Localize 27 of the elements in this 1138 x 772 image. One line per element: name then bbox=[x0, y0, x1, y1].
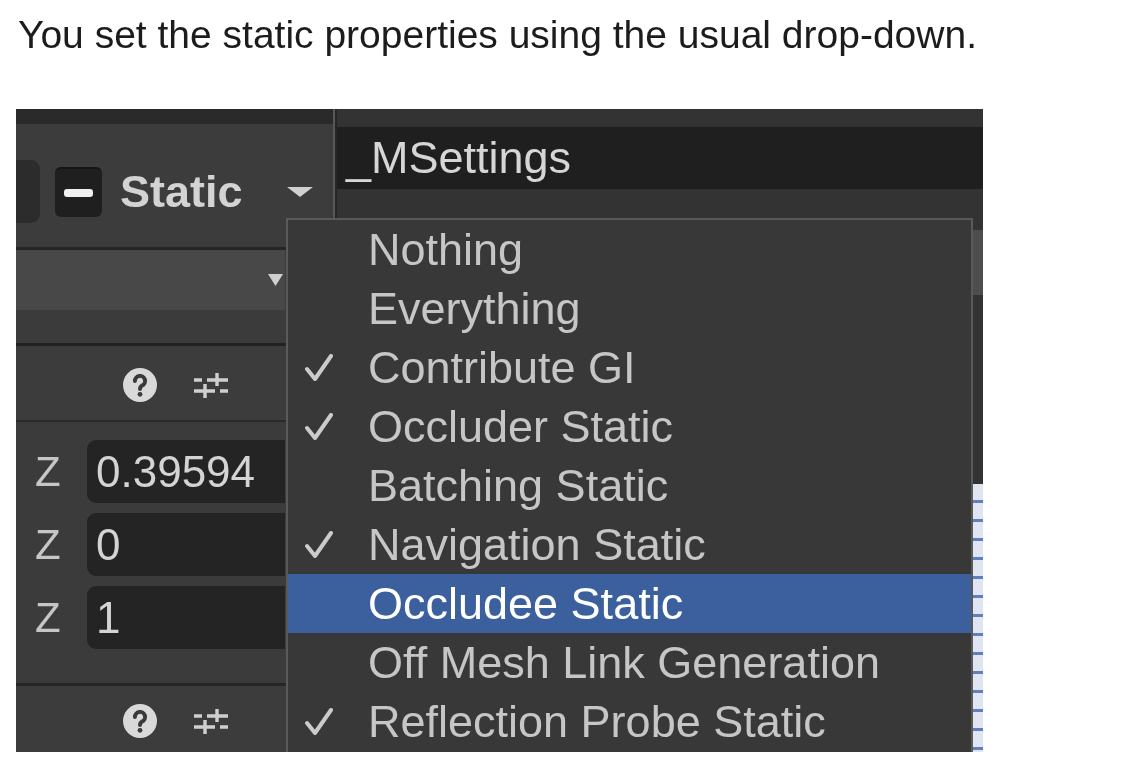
menu-item[interactable]: Occluder Static bbox=[288, 397, 971, 456]
number-field[interactable]: 1 bbox=[87, 586, 285, 649]
caret-icon bbox=[287, 186, 313, 197]
input-field[interactable] bbox=[16, 160, 40, 223]
menu-item[interactable]: Everything bbox=[288, 279, 971, 338]
menu-item[interactable]: Occludee Static bbox=[288, 574, 971, 633]
sliders-icon[interactable] bbox=[192, 370, 230, 400]
axis-label: Z bbox=[35, 450, 62, 493]
caret-icon bbox=[268, 274, 283, 286]
dropdown-field[interactable] bbox=[16, 250, 285, 310]
help-icon[interactable] bbox=[123, 704, 157, 738]
menu-item[interactable]: Nothing bbox=[288, 220, 971, 279]
caption-text: You set the static properties using the usual drop-down. bbox=[18, 12, 977, 57]
static-checkbox[interactable] bbox=[55, 166, 102, 217]
menu-item[interactable]: Batching Static bbox=[288, 456, 971, 515]
static-dropdown[interactable]: Static bbox=[120, 165, 313, 218]
menu-item[interactable]: Off Mesh Link Generation bbox=[288, 633, 971, 692]
menu-item[interactable]: Reflection Probe Static bbox=[288, 692, 971, 751]
number-field[interactable]: 0 bbox=[87, 513, 285, 576]
name-field[interactable]: _MSettings bbox=[337, 127, 983, 189]
help-icon[interactable] bbox=[123, 368, 157, 402]
menu-item[interactable]: Navigation Static bbox=[288, 515, 971, 574]
menu-item[interactable]: Contribute GI bbox=[288, 338, 971, 397]
axis-label: Z bbox=[35, 596, 62, 639]
number-field[interactable]: 0.39594 bbox=[87, 440, 285, 503]
axis-label: Z bbox=[35, 523, 62, 566]
sliders-icon[interactable] bbox=[192, 706, 230, 736]
